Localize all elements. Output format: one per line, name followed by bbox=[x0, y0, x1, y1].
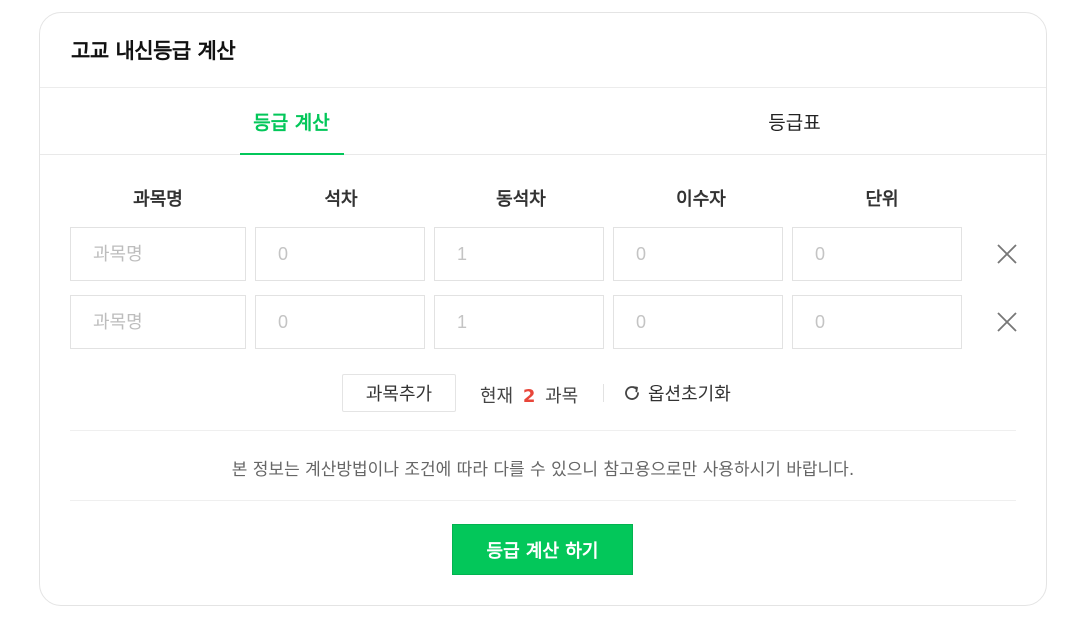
remove-row-button[interactable] bbox=[993, 308, 1021, 336]
column-header-tie: 동석차 bbox=[496, 189, 546, 210]
rank-input[interactable] bbox=[255, 295, 425, 349]
divider bbox=[70, 430, 1016, 431]
subject-count: 현재 2 과목 bbox=[480, 382, 578, 408]
row-controls: 과목추가 현재 2 과목 옵션초기화 bbox=[40, 373, 1046, 413]
column-headers: 과목명 석차 동석차 이수자 단위 bbox=[40, 181, 1046, 211]
subject-row bbox=[40, 227, 1046, 281]
calculate-grade-button[interactable]: 등급 계산 하기 bbox=[452, 524, 633, 575]
column-header-rank: 석차 bbox=[324, 189, 358, 210]
count-suffix: 과목 bbox=[545, 386, 579, 407]
student-count-input[interactable] bbox=[613, 295, 783, 349]
close-icon bbox=[997, 244, 1017, 264]
divider bbox=[603, 384, 604, 402]
card-header: 고교 내신등급 계산 bbox=[40, 13, 1046, 88]
add-subject-button[interactable]: 과목추가 bbox=[342, 374, 456, 412]
tie-rank-input[interactable] bbox=[434, 227, 604, 281]
rank-input[interactable] bbox=[255, 227, 425, 281]
reset-options-label: 옵션초기화 bbox=[648, 384, 731, 405]
close-icon bbox=[997, 312, 1017, 332]
student-count-input[interactable] bbox=[613, 227, 783, 281]
remove-row-button[interactable] bbox=[993, 240, 1021, 268]
tab-grade-table[interactable]: 등급표 bbox=[543, 88, 1046, 154]
column-header-subject: 과목명 bbox=[133, 189, 183, 210]
reset-options-button[interactable]: 옵션초기화 bbox=[622, 380, 731, 406]
subject-name-input[interactable] bbox=[70, 227, 246, 281]
tab-grade-calc[interactable]: 등급 계산 bbox=[40, 88, 543, 155]
subject-row bbox=[40, 295, 1046, 349]
column-header-units: 단위 bbox=[865, 189, 899, 210]
units-input[interactable] bbox=[792, 227, 962, 281]
card-title: 고교 내신등급 계산 bbox=[71, 39, 236, 63]
tab-bar: 등급 계산 등급표 bbox=[40, 88, 1046, 155]
units-input[interactable] bbox=[792, 295, 962, 349]
tie-rank-input[interactable] bbox=[434, 295, 604, 349]
column-header-students: 이수자 bbox=[676, 189, 726, 210]
count-prefix: 현재 bbox=[480, 386, 514, 407]
grade-calculator-card: 고교 내신등급 계산 등급 계산 등급표 과목명 석차 동석차 이수자 단위 과… bbox=[39, 12, 1047, 606]
refresh-icon bbox=[625, 386, 639, 400]
subject-name-input[interactable] bbox=[70, 295, 246, 349]
divider bbox=[70, 500, 1016, 501]
disclaimer-text: 본 정보는 계산방법이나 조건에 따라 다를 수 있으니 참고용으로만 사용하시… bbox=[231, 460, 855, 480]
count-value: 2 bbox=[522, 386, 536, 407]
